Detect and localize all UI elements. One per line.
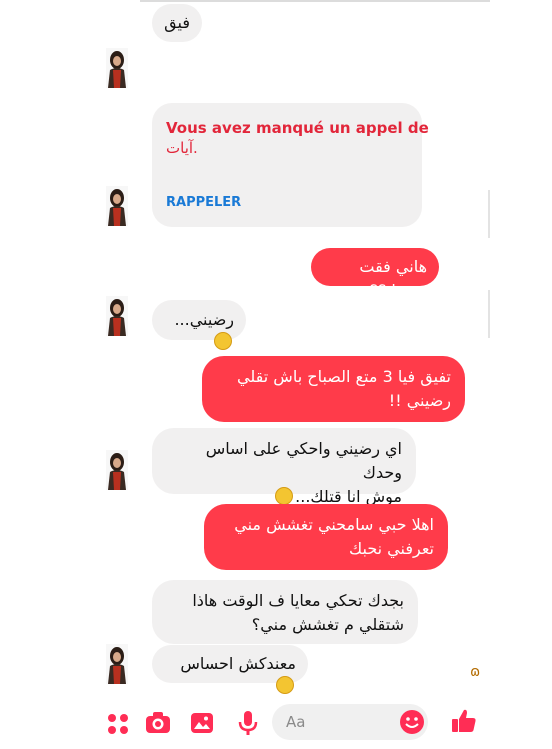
contact-avatar[interactable]: [106, 644, 128, 684]
message-text: فيق: [164, 13, 190, 32]
message-line: اي رضيني واحكي على اساس وحدك: [205, 439, 402, 482]
message-bubble[interactable]: معندكش احساس: [152, 645, 308, 694]
message-line: اهلا حبي سامحني تغشش مني: [234, 515, 434, 534]
missed-call-title: Vous avez manqué un appel de: [166, 119, 429, 137]
scroll-edge: [488, 190, 490, 238]
message-bubble[interactable]: فيق: [152, 4, 202, 42]
microphone-icon[interactable]: [234, 709, 262, 737]
message-bubble[interactable]: هاني فقت شفما ؟؟: [311, 248, 439, 300]
missed-call-card: Vous avez manqué un appel de .آيات RAPPE…: [152, 103, 429, 227]
message-bubble[interactable]: تفيق فيا 3 متع الصباح باش تقلي رضيني !!: [202, 356, 465, 422]
relieved-emoji: [275, 487, 294, 505]
message-line: بجدك تحكي معايا ف الوقت هاذا: [192, 591, 404, 610]
message-text: معندكش احساس: [180, 654, 296, 673]
camera-icon[interactable]: [144, 709, 172, 737]
message-bubble[interactable]: اهلا حبي سامحني تغشش مني تعرفني نحبك: [204, 504, 448, 570]
message-line: رضيني !!: [388, 391, 451, 410]
smile-emoji: [214, 332, 232, 350]
message-text: رضيني...: [174, 310, 234, 329]
scroll-edge: [488, 290, 490, 338]
missed-call-name: .آيات: [166, 139, 198, 157]
call-back-button[interactable]: RAPPELER: [166, 195, 241, 210]
message-line: شتقلي م تغشش مني؟: [251, 615, 404, 634]
message-bubble[interactable]: بجدك تحكي معايا ف الوقت هاذا شتقلي م تغش…: [152, 580, 418, 644]
top-divider: [140, 0, 490, 2]
gallery-icon[interactable]: [188, 709, 216, 737]
message-line: تعرفني نحبك: [349, 539, 434, 558]
hushed-emoji: [276, 676, 294, 694]
contact-avatar[interactable]: [106, 296, 128, 336]
message-input-placeholder: Aa: [286, 713, 306, 731]
seen-indicator-icon: ɷ: [470, 664, 481, 680]
message-text: هاني فقت شفما ؟؟: [359, 257, 427, 300]
apps-icon[interactable]: [104, 710, 132, 738]
contact-avatar[interactable]: [106, 186, 128, 226]
message-bubble[interactable]: رضيني...: [152, 300, 246, 350]
emoji-icon[interactable]: [398, 708, 426, 736]
contact-avatar[interactable]: [106, 48, 128, 88]
like-icon[interactable]: [450, 707, 478, 735]
message-line: تفيق فيا 3 متع الصباح باش تقلي: [237, 367, 451, 386]
contact-avatar[interactable]: [106, 450, 128, 490]
message-bubble[interactable]: اي رضيني واحكي على اساس وحدك موش انا قتل…: [152, 428, 416, 506]
